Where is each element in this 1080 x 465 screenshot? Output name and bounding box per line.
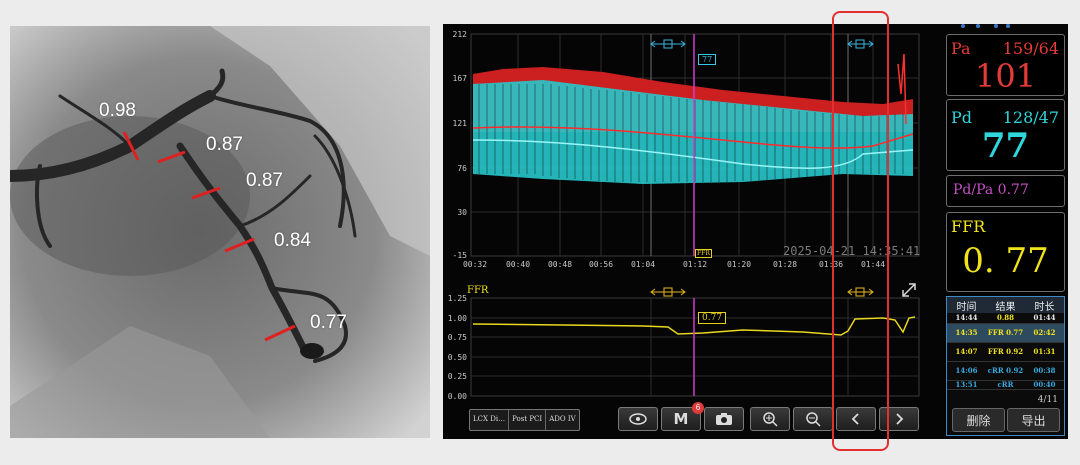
- highlight-box: [832, 11, 889, 451]
- row-duration: 02:42: [1033, 328, 1056, 337]
- x-tick: 00:40: [505, 260, 531, 269]
- status-icons: [961, 24, 1010, 28]
- coronary-angiogram: [4, 26, 430, 438]
- row-duration: 01:31: [1033, 347, 1056, 356]
- y-tick: 76: [457, 164, 467, 173]
- zoom-in-button[interactable]: [750, 407, 790, 431]
- x-tick: 00:56: [588, 260, 614, 269]
- col-time: 时间: [956, 301, 977, 313]
- stenosis-ffr-label: 0.87: [246, 170, 283, 191]
- camera-icon: [716, 413, 732, 425]
- y-tick: 212: [452, 30, 467, 39]
- zoom-out-icon: [806, 412, 821, 427]
- table-row[interactable]: 13:51 cRR 00:40: [947, 381, 1064, 390]
- row-time: 14:07: [955, 347, 978, 356]
- x-tick: 01:20: [726, 260, 752, 269]
- delete-button[interactable]: 删除: [952, 408, 1005, 432]
- tag-vessel[interactable]: LCX Di…: [470, 410, 510, 430]
- ffr-label: FFR: [951, 217, 986, 236]
- ratio-panel: Pd/Pa 0.77: [946, 175, 1065, 207]
- x-tick: 01:12: [682, 260, 708, 269]
- expand-icon[interactable]: [900, 281, 918, 299]
- pa-mean: 101: [974, 57, 1037, 95]
- y-tick: -15: [452, 251, 467, 260]
- y-tick: 121: [452, 119, 467, 128]
- table-header: 时间 结果 时长: [947, 297, 1064, 313]
- x-tick: 01:04: [630, 260, 656, 269]
- ffr-y-tick: 0.75: [447, 333, 467, 342]
- export-button[interactable]: 导出: [1007, 408, 1060, 432]
- eye-icon: [629, 413, 647, 425]
- x-tick: 00:48: [547, 260, 573, 269]
- x-tick: 00:32: [462, 260, 488, 269]
- y-tick: 167: [452, 74, 467, 83]
- col-duration: 时长: [1034, 301, 1055, 313]
- col-result: 结果: [995, 301, 1016, 313]
- ffr-y-tick: 1.25: [447, 294, 467, 303]
- pressure-monitor: 212 167 121 76 30 -15 00:32 00:40 00:48 …: [443, 24, 1068, 439]
- pa-sys-dia: 159/64: [1002, 39, 1059, 58]
- tag-group: LCX Di… Post PCI ADO IV: [469, 409, 580, 431]
- table-row[interactable]: 14:07 FFR 0.92 01:31: [947, 343, 1064, 362]
- row-duration: 01:44: [1033, 313, 1056, 322]
- pd-panel: Pd 128/47 77: [946, 99, 1065, 171]
- stenosis-ffr-label: 0.87: [206, 134, 243, 155]
- row-result: FFR 0.77: [987, 328, 1024, 337]
- pd-sys-dia: 128/47: [1002, 108, 1059, 127]
- view-button[interactable]: [618, 407, 658, 431]
- table-row-selected[interactable]: 14:35 FFR 0.77 02:42: [947, 324, 1064, 343]
- zoom-in-icon: [763, 412, 778, 427]
- pd-pa-ratio: Pd/Pa 0.77: [953, 182, 1029, 198]
- tag-stage[interactable]: Post PCI: [509, 410, 547, 430]
- pa-panel: Pa 159/64 101: [946, 34, 1065, 96]
- ffr-cursor-value: 0.77: [698, 312, 727, 324]
- ffr-y-tick: 0.00: [447, 392, 467, 401]
- row-duration: 00:38: [1033, 366, 1056, 375]
- row-time: 13:51: [955, 381, 978, 389]
- row-result: 0.88: [996, 313, 1015, 322]
- cursor-tag: FFR: [695, 249, 712, 258]
- pd-label: Pd: [951, 108, 973, 127]
- row-duration: 00:40: [1033, 381, 1056, 389]
- pd-mean: 77: [981, 126, 1030, 166]
- table-row[interactable]: 14:44 0.88 01:44: [947, 313, 1064, 324]
- stenosis-ffr-label: 0.84: [274, 230, 311, 251]
- page-indicator: 4/11: [1037, 395, 1058, 405]
- stenosis-ffr-label: 0.77: [310, 312, 347, 333]
- row-result: cRR: [997, 381, 1014, 389]
- ffr-y-tick: 0.50: [447, 353, 467, 362]
- ffr-value: 0. 77: [962, 241, 1049, 281]
- zoom-out-button[interactable]: [793, 407, 833, 431]
- ffr-y-tick: 1.00: [447, 314, 467, 323]
- ffr-panel: FFR 0. 77: [946, 212, 1065, 292]
- row-time: 14:35: [955, 328, 978, 337]
- row-time: 14:06: [955, 366, 978, 375]
- mark-label: M: [673, 410, 689, 428]
- row-result: cRR 0.92: [987, 366, 1024, 375]
- mark-count-badge: 6: [692, 402, 704, 414]
- ffr-y-tick: 0.25: [447, 372, 467, 381]
- angiogram-image: 0.98 0.87 0.87 0.84 0.77: [4, 26, 430, 438]
- pd-cursor-value: 77: [698, 54, 717, 65]
- stenosis-ffr-label: 0.98: [99, 100, 136, 121]
- measurement-history-table: 时间 结果 时长 14:44 0.88 01:44 14:35 FFR 0.77…: [946, 296, 1065, 436]
- pa-label: Pa: [951, 39, 971, 58]
- table-row[interactable]: 14:06 cRR 0.92 00:38: [947, 362, 1064, 381]
- row-result: FFR 0.92: [987, 347, 1024, 356]
- x-tick: 01:28: [772, 260, 798, 269]
- snapshot-button[interactable]: [704, 407, 744, 431]
- chevron-right-icon: [896, 413, 904, 425]
- row-time: 14:44: [955, 313, 978, 322]
- y-tick: 30: [457, 208, 467, 217]
- tag-drug[interactable]: ADO IV: [546, 410, 578, 430]
